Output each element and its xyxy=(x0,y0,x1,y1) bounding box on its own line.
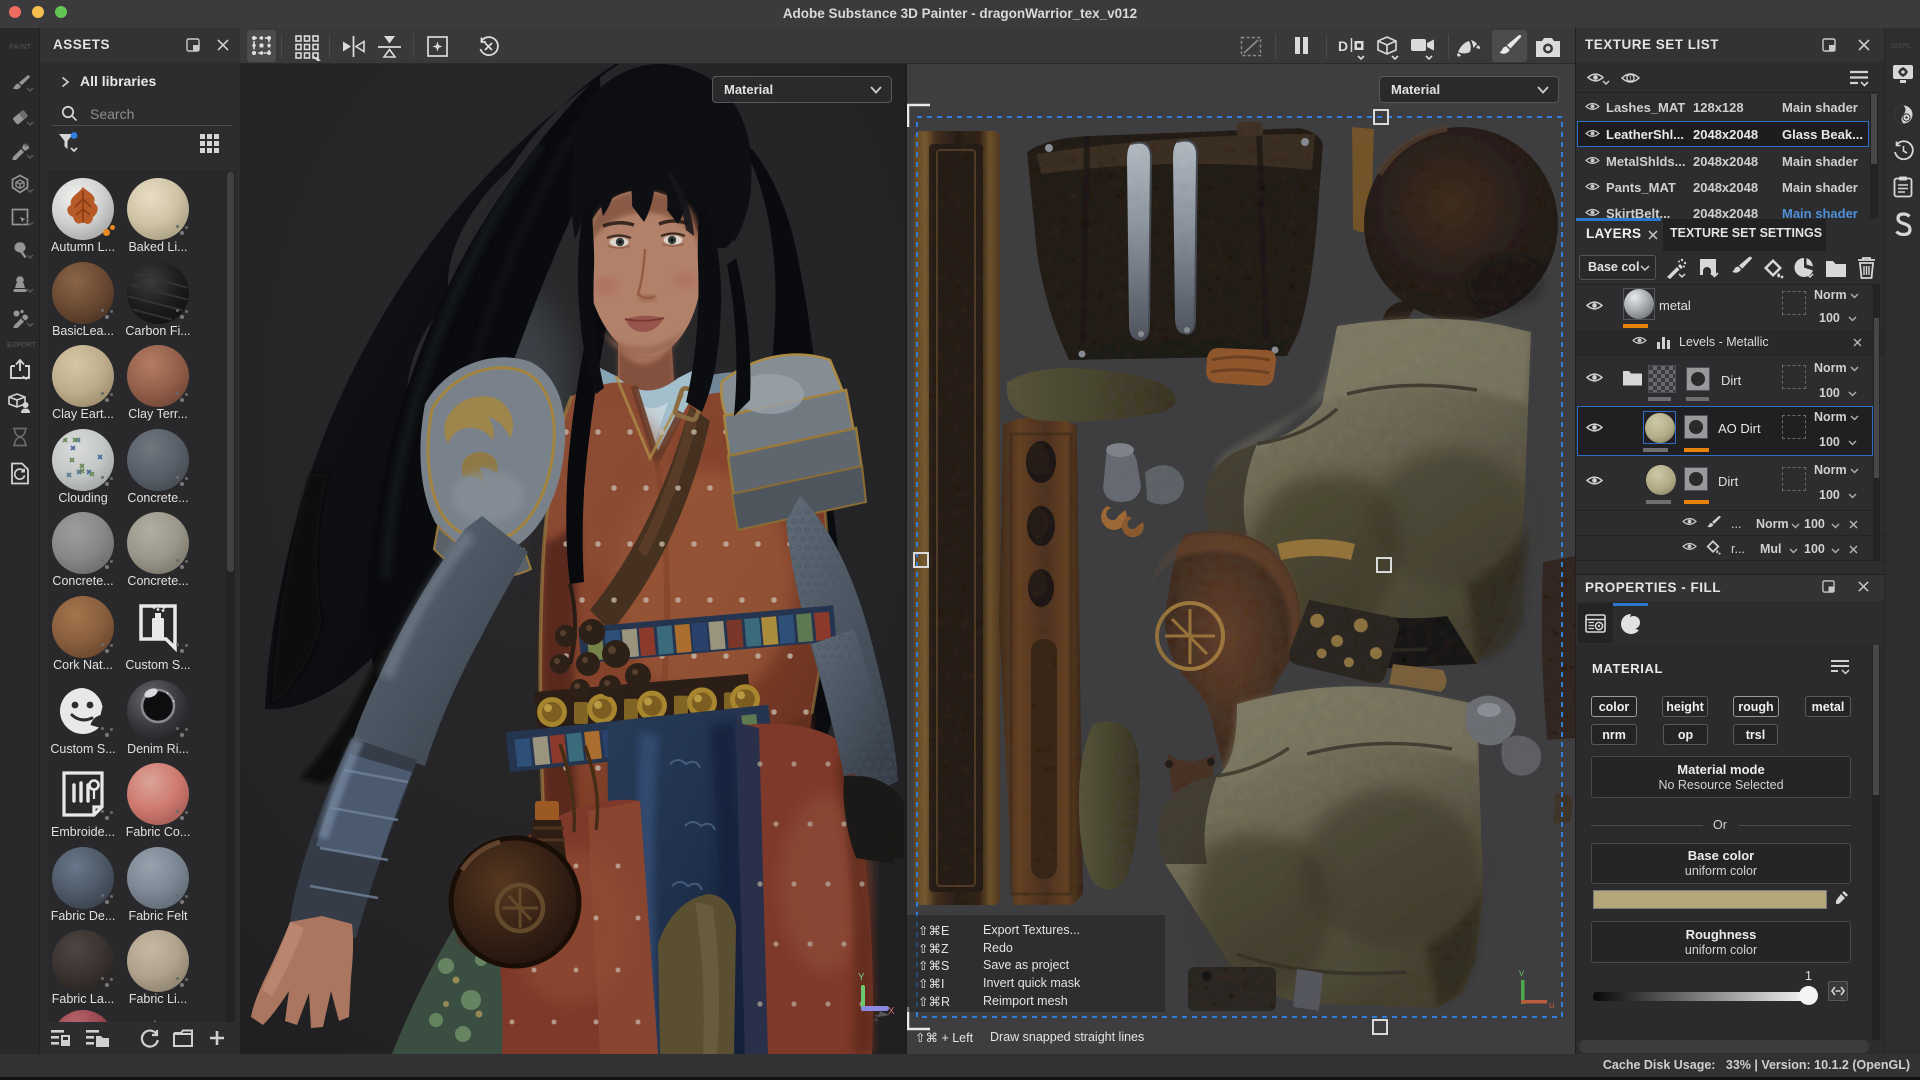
svg-text:Z: Z xyxy=(874,1014,879,1023)
svg-text:X: X xyxy=(888,1006,895,1017)
svg-text:D: D xyxy=(1338,38,1348,54)
svg-text:u: u xyxy=(1549,1000,1555,1011)
svg-text:Y: Y xyxy=(858,972,865,983)
svg-text:v: v xyxy=(1519,968,1524,979)
svg-text:1: 1 xyxy=(1629,76,1633,83)
